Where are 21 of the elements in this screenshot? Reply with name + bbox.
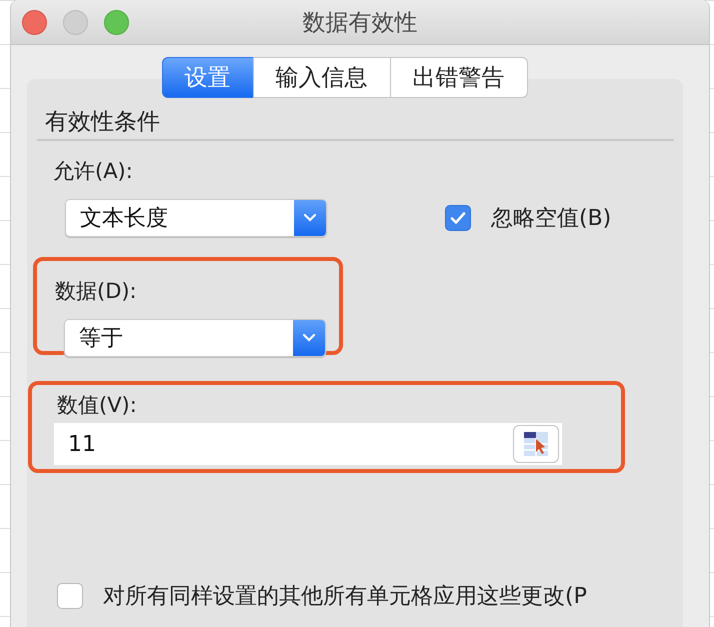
close-button[interactable] — [22, 10, 47, 35]
input-field[interactable]: 11 — [54, 423, 562, 465]
section-heading: 有效性条件 — [44, 108, 161, 137]
dropdown[interactable]: 等于 — [64, 319, 326, 357]
chevron-down-icon — [302, 333, 316, 343]
chevron-down-icon — [303, 213, 317, 223]
checkbox-label: 忽略空值(B) — [491, 205, 612, 233]
field-label: 允许(A): — [53, 158, 134, 185]
zoom-button[interactable] — [104, 10, 129, 35]
checkbox[interactable] — [57, 583, 83, 609]
checkbox-label: 对所有同样设置的其他所有单元格应用这些更改(P — [103, 583, 587, 611]
dropdown[interactable]: 文本长度 — [65, 199, 327, 237]
field-label: 数据(D): — [55, 278, 138, 305]
checkbox[interactable] — [445, 205, 471, 231]
tab[interactable]: 输入信息 — [252, 57, 390, 98]
tab[interactable]: 设置 — [162, 57, 254, 98]
range-picker-icon — [523, 431, 549, 457]
window-title: 数据有效性 — [302, 8, 418, 38]
range-select-button[interactable] — [513, 425, 559, 463]
tab[interactable]: 出错警告 — [390, 57, 528, 98]
field-label: 数值(V): — [57, 392, 138, 419]
